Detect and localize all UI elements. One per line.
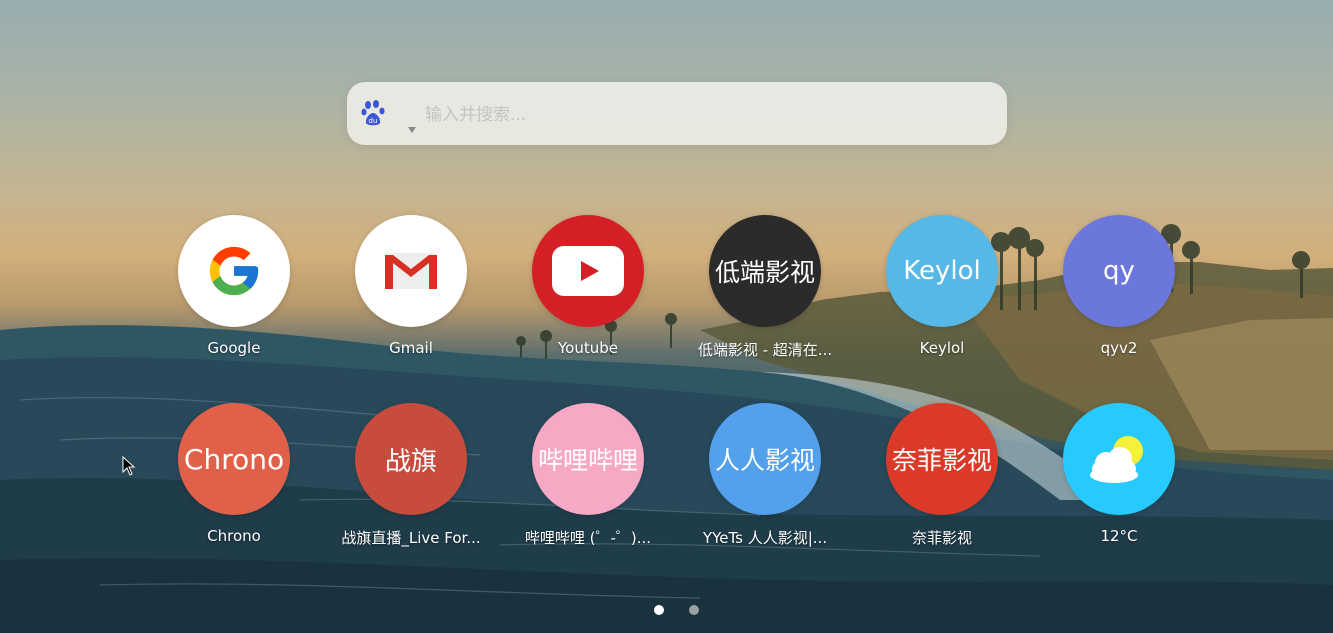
shortcut-icon-circle — [355, 215, 467, 327]
shortcut-label: Chrono — [207, 527, 261, 545]
shortcut-icon-circle: 哔哩哔哩 — [532, 403, 644, 515]
shortcut-icon-text: 哔哩哔哩 — [537, 446, 638, 475]
shortcut-tile[interactable]: Gmail — [331, 215, 491, 375]
shortcut-tile[interactable]: 低端影视低端影视 - 超清在... — [685, 215, 845, 375]
shortcut-icon-circle: Chrono — [178, 403, 290, 515]
search-engine-selector[interactable]: du — [361, 99, 416, 133]
shortcut-label: YYeTs 人人影视|... — [702, 529, 828, 547]
shortcut-tile[interactable]: 哔哩哔哩哔哩哔哩 (゜-゜)... — [508, 403, 668, 563]
shortcut-icon-text: Keylol — [903, 256, 981, 286]
pager-dot-1[interactable] — [654, 605, 664, 615]
shortcut-tile[interactable]: Keylol Keylol — [862, 215, 1022, 375]
pager-dot-2[interactable] — [689, 605, 699, 615]
shortcut-label: 哔哩哔哩 (゜-゜)... — [524, 529, 652, 547]
shortcut-icon-circle — [532, 215, 644, 327]
baidu-paw-icon: du — [361, 100, 385, 126]
shortcut-icon-text: 奈菲影视 — [891, 446, 992, 475]
chevron-down-icon — [408, 127, 416, 133]
shortcut-label: Google — [207, 339, 261, 357]
shortcut-label: 低端影视 - 超清在... — [697, 341, 833, 359]
shortcut-label: qyv2 — [1100, 339, 1138, 357]
shortcut-label: 奈菲影视 — [911, 529, 972, 547]
shortcut-icon-text: qy — [1103, 256, 1135, 286]
shortcut-label: Keylol — [919, 339, 965, 357]
shortcut-icon-circle: 奈菲影视 — [886, 403, 998, 515]
shortcut-tile[interactable]: Chrono Chrono — [154, 403, 314, 563]
shortcut-label: Youtube — [558, 339, 618, 357]
weather-partly-sunny-icon — [1084, 431, 1154, 487]
shortcut-icon-circle: 低端影视 — [709, 215, 821, 327]
gmail-envelope-icon — [383, 249, 439, 293]
shortcut-tile[interactable]: 人人影视 YYeTs 人人影视|... — [685, 403, 845, 563]
shortcut-icon-circle: 人人影视 — [709, 403, 821, 515]
shortcut-icon-text: 人人影视 — [714, 446, 815, 475]
shortcut-tile[interactable]: 12°C — [1039, 403, 1199, 563]
shortcut-tile[interactable]: Google — [154, 215, 314, 375]
shortcut-icon-circle: Keylol — [886, 215, 998, 327]
google-g-icon — [205, 242, 263, 300]
search-input[interactable] — [423, 98, 987, 132]
shortcut-icon-text: 战旗 — [384, 446, 437, 477]
shortcut-tile[interactable]: 战旗战旗直播_Live For... — [331, 403, 491, 563]
mouse-cursor-icon — [122, 456, 136, 476]
shortcut-label: Gmail — [389, 339, 433, 357]
svg-text:du: du — [369, 117, 378, 125]
shortcut-icon-circle: 战旗 — [355, 403, 467, 515]
shortcut-label: 战旗直播_Live For... — [341, 529, 481, 547]
shortcut-tile[interactable]: qy qyv2 — [1039, 215, 1199, 375]
shortcut-icon-circle — [178, 215, 290, 327]
shortcut-tile[interactable]: Youtube — [508, 215, 668, 375]
youtube-play-icon — [552, 246, 624, 296]
shortcut-icon-circle: qy — [1063, 215, 1175, 327]
shortcut-icon-circle — [1063, 403, 1175, 515]
shortcut-tile[interactable]: 奈菲影视 奈菲影视 — [862, 403, 1022, 563]
shortcut-icon-text: Chrono — [183, 442, 285, 476]
shortcut-label: 12°C — [1100, 527, 1138, 545]
shortcut-icon-text: 低端影视 — [714, 258, 815, 287]
search-bar: du — [347, 82, 1007, 145]
